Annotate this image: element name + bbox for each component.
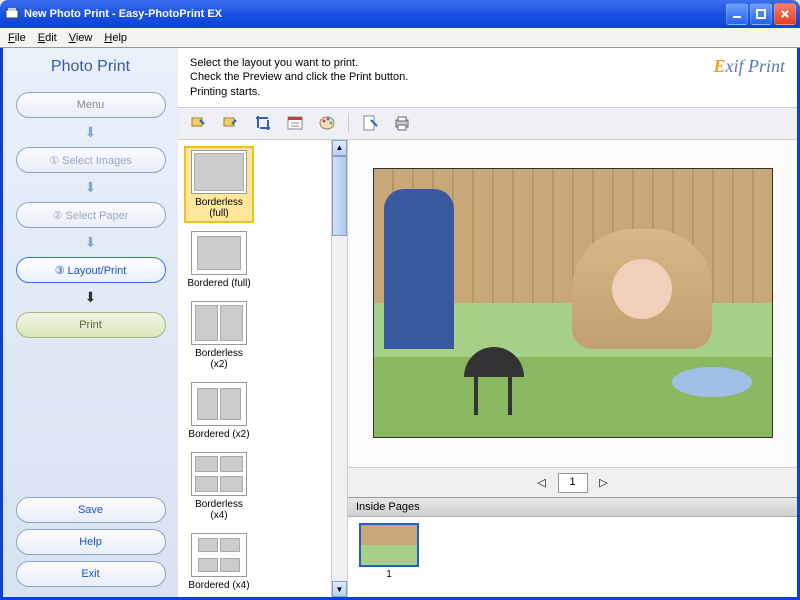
- inside-page-thumb[interactable]: 1: [354, 523, 424, 591]
- scroll-up-icon[interactable]: ▲: [332, 140, 347, 156]
- toolbar: [178, 108, 797, 140]
- layout-back-icon[interactable]: [188, 112, 210, 134]
- crop-icon[interactable]: [252, 112, 274, 134]
- exif-print-logo: Exif Print: [713, 56, 785, 99]
- page-next-icon[interactable]: ▷: [596, 475, 612, 491]
- inside-pages-panel: Inside Pages 1: [348, 497, 797, 597]
- instruction-line: Select the layout you want to print.: [190, 56, 713, 70]
- help-button[interactable]: Help: [16, 529, 166, 555]
- sidebar: Photo Print Menu ⬇ ① Select Images ⬇ ② S…: [3, 48, 178, 597]
- menu-bar: File Edit View Help: [0, 28, 800, 48]
- arrow-down-icon: ⬇: [85, 124, 97, 141]
- scroll-down-icon[interactable]: ▼: [332, 581, 347, 597]
- menu-view[interactable]: View: [69, 32, 93, 44]
- menu-help[interactable]: Help: [104, 32, 127, 44]
- page-prev-icon[interactable]: ◁: [534, 475, 550, 491]
- save-button[interactable]: Save: [16, 497, 166, 523]
- menu-edit[interactable]: Edit: [38, 32, 57, 44]
- close-button[interactable]: [774, 3, 796, 25]
- maximize-button[interactable]: [750, 3, 772, 25]
- palette-icon[interactable]: [316, 112, 338, 134]
- instruction-line: Check the Preview and click the Print bu…: [190, 70, 713, 84]
- edit-page-icon[interactable]: [359, 112, 381, 134]
- app-icon: [4, 6, 20, 22]
- instruction-line: Printing starts.: [190, 85, 713, 99]
- layout-option-bordered-x4[interactable]: Bordered (x4): [184, 529, 254, 595]
- arrow-down-icon: ⬇: [85, 179, 97, 196]
- sidebar-title: Photo Print: [51, 58, 130, 76]
- layout-option-borderless-x2[interactable]: Borderless (x2): [184, 297, 254, 374]
- scroll-thumb[interactable]: [332, 156, 347, 236]
- window-titlebar: New Photo Print - Easy-PhotoPrint EX: [0, 0, 800, 28]
- layout-forward-icon[interactable]: [220, 112, 242, 134]
- pager: ◁ 1 ▷: [348, 467, 797, 497]
- instructions-panel: Select the layout you want to print. Che…: [178, 48, 797, 108]
- select-images-button[interactable]: ① Select Images: [16, 147, 166, 173]
- window-title: New Photo Print - Easy-PhotoPrint EX: [24, 8, 726, 20]
- layout-option-bordered-x2[interactable]: Bordered (x2): [184, 378, 254, 444]
- layout-print-button[interactable]: ③ Layout/Print: [16, 257, 166, 283]
- print-button[interactable]: Print: [16, 312, 166, 338]
- select-paper-button[interactable]: ② Select Paper: [16, 202, 166, 228]
- layout-scrollbar[interactable]: ▲ ▼: [331, 140, 347, 597]
- date-icon[interactable]: [284, 112, 306, 134]
- menu-button[interactable]: Menu: [16, 92, 166, 118]
- preview-image: [373, 168, 773, 438]
- arrow-down-icon: ⬇: [85, 234, 97, 251]
- exit-button[interactable]: Exit: [16, 561, 166, 587]
- layout-panel: Borderless (full) Bordered (full) Border…: [178, 140, 348, 597]
- layout-option-bordered-full[interactable]: Bordered (full): [184, 227, 254, 293]
- minimize-button[interactable]: [726, 3, 748, 25]
- page-number[interactable]: 1: [558, 473, 588, 493]
- inside-pages-header: Inside Pages: [348, 498, 797, 517]
- layout-option-borderless-full[interactable]: Borderless (full): [184, 146, 254, 223]
- arrow-down-icon: ⬇: [85, 289, 97, 306]
- menu-file[interactable]: File: [8, 32, 26, 44]
- preview-area: ◁ 1 ▷ Inside Pages 1: [348, 140, 797, 597]
- print-settings-icon[interactable]: [391, 112, 413, 134]
- layout-option-borderless-x4[interactable]: Borderless (x4): [184, 448, 254, 525]
